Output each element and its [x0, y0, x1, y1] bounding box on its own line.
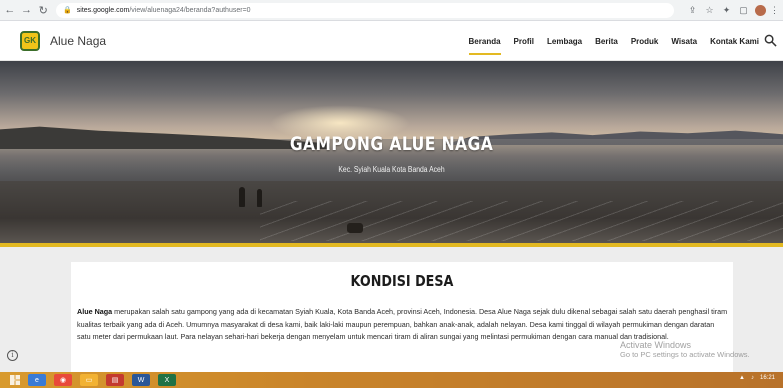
hero-person — [239, 187, 245, 207]
pdf-reader-icon[interactable]: ▤ — [106, 374, 124, 386]
ie-icon[interactable]: e — [28, 374, 46, 386]
menu-icon[interactable]: ⋮ — [766, 5, 783, 16]
nav-item-lembaga[interactable]: Lembaga — [547, 21, 582, 61]
nav-item-berita[interactable]: Berita — [595, 21, 618, 61]
extensions-icon[interactable]: ✦ — [718, 5, 735, 16]
section-body-text: merupakan salah satu gampong yang ada di… — [77, 307, 728, 342]
nav-item-beranda[interactable]: Beranda — [468, 21, 501, 61]
bookmark-star-icon[interactable]: ☆ — [701, 5, 718, 16]
section-body: Alue Naga merupakan salah satu gampong y… — [77, 306, 729, 344]
section-lead: Alue Naga — [77, 307, 113, 316]
site-logo[interactable]: GK — [20, 30, 40, 51]
network-icon[interactable]: ▲ — [739, 375, 745, 381]
back-icon[interactable]: ← — [3, 4, 17, 16]
sidebar-icon[interactable]: ▢ — [735, 5, 752, 16]
hero-title: GAMPONG ALUE NAGA — [289, 133, 494, 155]
excel-icon[interactable]: X — [158, 374, 176, 386]
site-header: GK Alue Naga Beranda Profil Lembaga Berita P… — [0, 21, 783, 61]
windows-start-icon[interactable] — [10, 375, 20, 385]
share-icon[interactable]: ⇪ — [684, 5, 701, 16]
nav-item-produk[interactable]: Produk — [631, 21, 659, 61]
clock[interactable]: 16:21 — [760, 375, 775, 381]
hero-banner: GAMPONG ALUE NAGA Kec. Syiah Kuala Kota … — [0, 61, 783, 243]
info-icon[interactable]: i — [7, 350, 18, 361]
forward-icon[interactable]: → — [20, 4, 34, 16]
nav-item-profil[interactable]: Profil — [514, 21, 534, 61]
address-bar[interactable]: 🔒 sites.google.com /view/aluenaga24/bera… — [56, 2, 674, 18]
url-path: /view/aluenaga24/beranda?authuser=0 — [129, 6, 251, 14]
file-explorer-icon[interactable]: ▭ — [80, 374, 98, 386]
site-name[interactable]: Alue Naga — [50, 34, 106, 48]
volume-icon[interactable]: ♪ — [751, 375, 754, 381]
browser-actions: ⇪ ☆ ✦ ▢ ⋮ — [684, 4, 783, 16]
word-icon[interactable]: W — [132, 374, 150, 386]
hero-fishing-net — [260, 201, 783, 241]
nav-item-kontak-kami[interactable]: Kontak Kami — [710, 21, 759, 61]
profile-avatar[interactable] — [755, 4, 766, 16]
main-nav: Beranda Profil Lembaga Berita Produk Wisata Ko… — [456, 21, 759, 61]
windows-taskbar: e ◉ ▭ ▤ W X ▲ ♪ 16:21 — [0, 372, 783, 388]
hero-subtitle: Kec. Syiah Kuala Kota Banda Aceh — [338, 165, 445, 174]
watermark-line1: Activate Windows — [620, 340, 692, 350]
nav-item-wisata[interactable]: Wisata — [671, 21, 697, 61]
lock-icon[interactable]: 🔒 — [63, 6, 72, 14]
section-title: KONDISI DESA — [350, 272, 454, 290]
hero-person — [257, 189, 262, 207]
system-tray: ▲ ♪ 16:21 — [739, 375, 775, 381]
windows-activation-watermark: Activate Windows Go to PC settings to ac… — [620, 340, 750, 360]
watermark-line2: Go to PC settings to activate Windows. — [620, 350, 750, 359]
browser-toolbar: ← → ↻ 🔒 sites.google.com /view/aluenaga2… — [0, 0, 783, 21]
hero-person — [347, 223, 363, 233]
chrome-icon[interactable]: ◉ — [54, 374, 72, 386]
reload-icon[interactable]: ↻ — [36, 4, 50, 17]
search-icon[interactable] — [764, 34, 777, 47]
url-host: sites.google.com — [76, 6, 130, 14]
